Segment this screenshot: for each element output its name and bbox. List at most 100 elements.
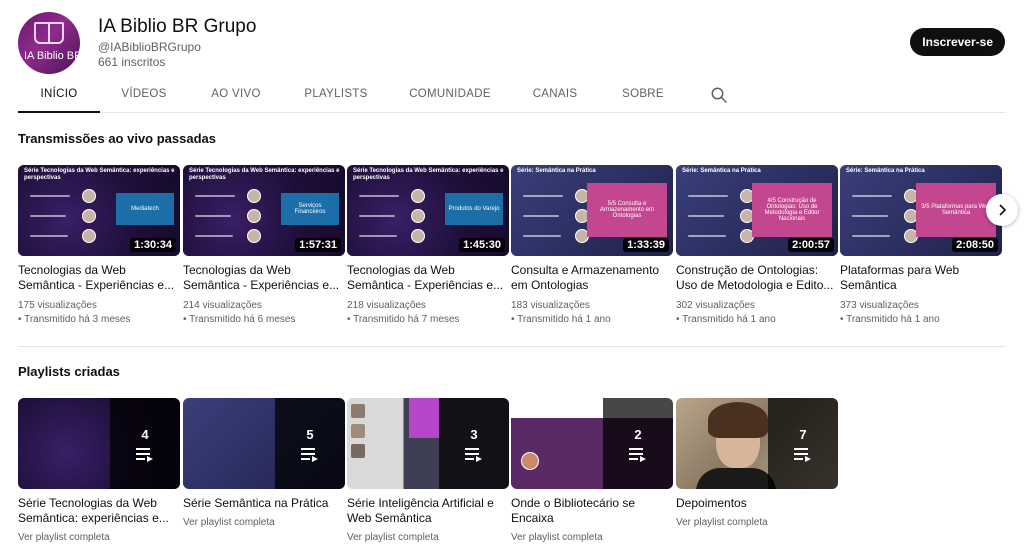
view-count: 302 visualizações <box>676 300 755 311</box>
playlist-thumbnail[interactable]: Série Tecnologias da Web Semântica: expe… <box>18 398 180 489</box>
view-full-playlist-link[interactable]: Ver playlist completa <box>18 532 180 543</box>
playlist-video-count: 7 <box>799 427 807 442</box>
thumbnail-topic-panel: 3/5 Plataformas para Web Semântica <box>916 183 996 237</box>
playlist-card[interactable]: Machine Learning e Marketplace: onde o B… <box>511 398 673 543</box>
playlist-icon <box>629 448 647 462</box>
playlist-video-count: 3 <box>470 427 478 442</box>
text-line <box>852 215 888 217</box>
video-thumbnail[interactable]: Série Tecnologias da Web Semântica: expe… <box>18 165 180 256</box>
view-count: 175 visualizações <box>18 300 97 311</box>
search-icon[interactable] <box>710 86 728 104</box>
video-title[interactable]: Plataformas para Web Semântica <box>840 263 1002 293</box>
title-panel <box>409 398 439 438</box>
video-card[interactable]: Série: Semântica na Prática 5/5 Consulta… <box>511 165 673 327</box>
playlist-title[interactable]: Onde o Bibliotecário se Encaixa <box>511 496 673 526</box>
playlist-icon <box>301 448 319 462</box>
view-full-playlist-link[interactable]: Ver playlist completa <box>511 532 673 543</box>
video-card[interactable]: Série Tecnologias da Web Semântica: expe… <box>183 165 345 327</box>
video-card[interactable]: Série: Semântica na Prática 3/5 Platafor… <box>840 165 1002 327</box>
text-line <box>523 195 563 197</box>
text-line <box>359 215 395 217</box>
video-duration: 1:57:31 <box>295 238 341 252</box>
playlist-video-count: 4 <box>141 427 149 442</box>
speaker-photo <box>82 229 96 243</box>
subscribe-button[interactable]: Inscrever-se <box>910 28 1005 56</box>
speaker-photo <box>82 189 96 203</box>
text-line <box>688 195 728 197</box>
video-title[interactable]: Tecnologias da Web Semântica - Experiênc… <box>18 263 180 293</box>
text-line <box>523 215 559 217</box>
view-full-playlist-link[interactable]: Ver playlist completa <box>676 517 838 528</box>
video-title[interactable]: Consulta e Armazenamento em Ontologias <box>511 263 673 293</box>
tab-ao-vivo[interactable]: AO VIVO <box>196 80 276 113</box>
playlist-thumbnail[interactable]: 7 <box>676 398 838 489</box>
playlist-thumbnail[interactable]: Machine Learning e Marketplace: onde o B… <box>511 398 673 489</box>
text-line <box>523 235 561 237</box>
playlist-title[interactable]: Série Semântica na Prática <box>183 496 345 511</box>
video-card[interactable]: Série Tecnologias da Web Semântica: expe… <box>18 165 180 327</box>
thumbnail-header: Série Tecnologias da Web Semântica: expe… <box>24 168 175 181</box>
playlist-thumbnail[interactable]: 3 <box>347 398 509 489</box>
video-thumbnail[interactable]: Série: Semântica na Prática 5/5 Consulta… <box>511 165 673 256</box>
video-thumbnail[interactable]: Série: Semântica na Prática 4/5 Construç… <box>676 165 838 256</box>
playlist-icon <box>136 448 154 462</box>
tab-canais[interactable]: CANAIS <box>522 80 588 113</box>
text-line <box>688 235 726 237</box>
text-line <box>359 235 397 237</box>
speaker-photo <box>351 404 365 418</box>
channel-tabs: INÍCIO VÍDEOS AO VIVO PLAYLISTS COMUNIDA… <box>18 80 1005 113</box>
thumbnail-topic-panel: Serviços Financeiros <box>281 193 339 225</box>
stream-date: • Transmitido há 7 meses <box>347 314 460 325</box>
playlist-card[interactable]: Série Semântica na Prática 5 Série Semân… <box>183 398 345 528</box>
text-line <box>688 215 724 217</box>
playlist-count-overlay: 7 <box>768 398 838 489</box>
video-card[interactable]: Série: Semântica na Prática 4/5 Construç… <box>676 165 838 327</box>
stream-date: • Transmitido há 3 meses <box>18 314 131 325</box>
person-shoulders <box>696 468 776 489</box>
text-line <box>195 215 231 217</box>
playlist-count-overlay: 3 <box>439 398 509 489</box>
view-full-playlist-link[interactable]: Ver playlist completa <box>183 517 345 528</box>
text-line <box>30 235 68 237</box>
video-thumbnail[interactable]: Série Tecnologias da Web Semântica: expe… <box>347 165 509 256</box>
video-thumbnail[interactable]: Série Tecnologias da Web Semântica: expe… <box>183 165 345 256</box>
channel-avatar[interactable]: IA Biblio BR <box>18 12 80 74</box>
playlist-card[interactable]: 7 Depoimentos Ver playlist completa <box>676 398 838 528</box>
playlist-icon <box>465 448 483 462</box>
text-line <box>195 195 235 197</box>
video-card[interactable]: Série Tecnologias da Web Semântica: expe… <box>347 165 509 327</box>
playlist-title[interactable]: Depoimentos <box>676 496 838 511</box>
view-count: 214 visualizações <box>183 300 262 311</box>
speaker-photo <box>247 189 261 203</box>
view-full-playlist-link[interactable]: Ver playlist completa <box>347 532 509 543</box>
speaker-photo <box>521 452 539 470</box>
tab-videos[interactable]: VÍDEOS <box>108 80 180 113</box>
playlist-title[interactable]: Série Tecnologias da Web Semântica: expe… <box>18 496 180 526</box>
live-section-title: Transmissões ao vivo passadas <box>18 131 216 146</box>
person-hair <box>708 402 768 438</box>
video-title[interactable]: Construção de Ontologias: Uso de Metodol… <box>676 263 838 293</box>
stream-date: • Transmitido há 6 meses <box>183 314 296 325</box>
playlist-thumbnail[interactable]: Série Semântica na Prática 5 <box>183 398 345 489</box>
tab-playlists[interactable]: PLAYLISTS <box>296 80 376 113</box>
video-thumbnail[interactable]: Série: Semântica na Prática 3/5 Platafor… <box>840 165 1002 256</box>
thumbnail-header: Série: Semântica na Prática <box>682 168 761 174</box>
video-title[interactable]: Tecnologias da Web Semântica - Experiênc… <box>347 263 509 293</box>
tab-inicio[interactable]: INÍCIO <box>18 80 100 113</box>
playlist-card[interactable]: 3 Série Inteligência Artificial e Web Se… <box>347 398 509 543</box>
playlist-title[interactable]: Série Inteligência Artificial e Web Semâ… <box>347 496 509 526</box>
playlist-card[interactable]: Série Tecnologias da Web Semântica: expe… <box>18 398 180 543</box>
tab-comunidade[interactable]: COMUNIDADE <box>402 80 498 113</box>
tab-sobre[interactable]: SOBRE <box>610 80 676 113</box>
playlist-count-overlay: 2 <box>603 398 673 489</box>
stream-date: • Transmitido há 1 ano <box>840 314 940 325</box>
thumbnail-header: Série: Semântica na Prática <box>517 168 596 174</box>
avatar-text: IA Biblio BR <box>24 50 80 62</box>
speaker-photo <box>351 424 365 438</box>
playlist-count-overlay: 5 <box>275 398 345 489</box>
video-title[interactable]: Tecnologias da Web Semântica - Experiênc… <box>183 263 345 293</box>
thumbnail-header: Série: Semântica na Prática <box>846 168 925 174</box>
speaker-photo <box>351 444 365 458</box>
carousel-next-button[interactable] <box>986 194 1018 226</box>
channel-name: IA Biblio BR Grupo <box>98 16 257 37</box>
